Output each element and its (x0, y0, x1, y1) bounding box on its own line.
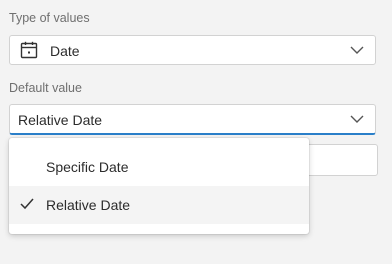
option-label: Relative Date (46, 197, 131, 213)
option-relative-date[interactable]: Relative Date (9, 186, 309, 224)
chevron-down-icon (350, 46, 364, 54)
checkmark-icon (20, 198, 34, 210)
type-of-values-label: Type of values (9, 11, 90, 25)
default-value-label: Default value (9, 81, 82, 95)
type-of-values-select[interactable]: Date (9, 35, 376, 65)
option-specific-date[interactable]: Specific Date (9, 148, 309, 186)
default-value-dropdown-menu: Specific Date Relative Date (9, 138, 309, 234)
type-of-values-value: Date (50, 43, 80, 59)
default-value-select[interactable]: Relative Date (9, 104, 376, 135)
default-value-value: Relative Date (18, 112, 103, 128)
option-label: Specific Date (46, 159, 129, 175)
chevron-down-icon (350, 115, 364, 123)
calendar-icon (20, 41, 38, 59)
